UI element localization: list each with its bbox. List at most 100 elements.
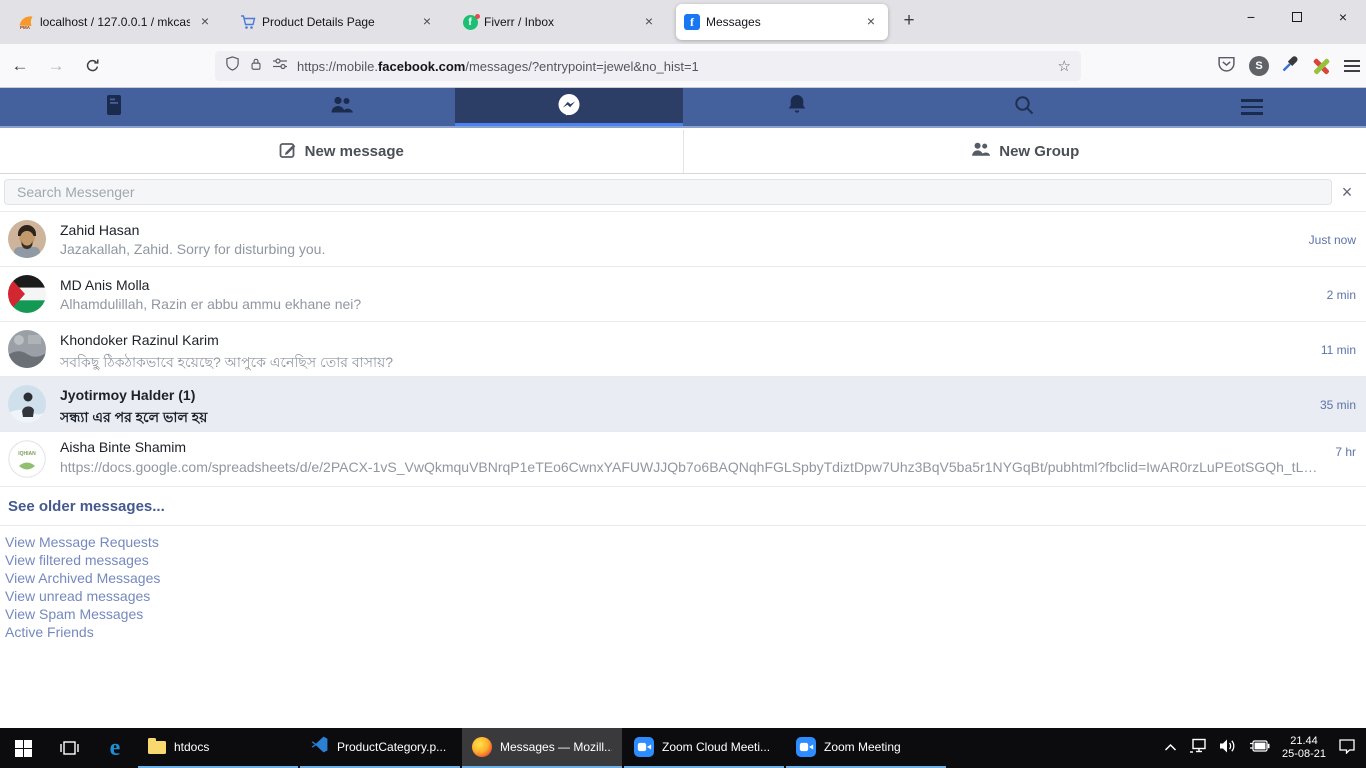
conversation-name: MD Anis Molla bbox=[60, 277, 149, 293]
volume-icon[interactable] bbox=[1219, 739, 1237, 758]
messenger-icon bbox=[556, 92, 582, 123]
vscode-icon bbox=[310, 735, 329, 759]
tray-chevron-icon[interactable] bbox=[1164, 739, 1177, 757]
zoom-icon bbox=[796, 737, 816, 757]
screen: PMA localhost / 127.0.0.1 / mkcasa-d × P… bbox=[0, 0, 1366, 768]
conversation-time: Just now bbox=[1309, 233, 1356, 247]
friends-icon bbox=[329, 95, 354, 120]
conversation-list: Zahid Hasan Jazakallah, Zahid. Sorry for… bbox=[0, 211, 1366, 487]
new-tab-button[interactable]: + bbox=[894, 7, 924, 37]
facebook-nav-bar bbox=[0, 88, 1366, 128]
taskbar-window-zoom-cloud[interactable]: Zoom Cloud Meeti... bbox=[624, 728, 784, 768]
conversation-row-khondoker[interactable]: Khondoker Razinul Karim সবকিছু ঠিকঠাকভাব… bbox=[0, 322, 1366, 377]
bell-icon bbox=[787, 93, 807, 121]
avatar bbox=[8, 275, 46, 313]
view-spam-messages-link[interactable]: View Spam Messages bbox=[5, 605, 160, 623]
conversation-row-aisha[interactable]: IQHIAN Aisha Binte Shamim https://docs.g… bbox=[0, 432, 1366, 487]
firefox-icon bbox=[472, 737, 492, 757]
messenger-search-row: × bbox=[0, 176, 1366, 208]
back-button[interactable]: ← bbox=[4, 50, 36, 82]
view-message-requests-link[interactable]: View Message Requests bbox=[5, 533, 160, 551]
browser-menu-icon[interactable] bbox=[1344, 60, 1360, 71]
tab-close-icon[interactable]: × bbox=[418, 13, 436, 31]
windows-taskbar: e htdocs ProductCategory.p... Messages —… bbox=[0, 728, 1366, 768]
forward-button[interactable]: → bbox=[40, 50, 72, 82]
conversation-name: Aisha Binte Shamim bbox=[60, 439, 186, 455]
search-clear-icon[interactable]: × bbox=[1332, 182, 1362, 203]
active-friends-link[interactable]: Active Friends bbox=[5, 623, 160, 641]
group-icon bbox=[970, 141, 991, 162]
url-text[interactable]: https://mobile.facebook.com/messages/?en… bbox=[297, 59, 1050, 74]
search-icon bbox=[1013, 94, 1035, 121]
fb-tab-friends[interactable] bbox=[228, 88, 456, 126]
tab-title: localhost / 127.0.0.1 / mkcasa-d bbox=[40, 15, 190, 29]
battery-icon[interactable] bbox=[1249, 739, 1270, 757]
shield-icon[interactable] bbox=[225, 56, 240, 76]
bookmark-star-icon[interactable]: ☆ bbox=[1050, 57, 1071, 75]
tab-title: Messages bbox=[706, 15, 856, 29]
fb-menu-icon bbox=[1241, 99, 1263, 115]
browser-tab-messages-active[interactable]: f Messages × bbox=[676, 4, 888, 40]
fb-tab-search[interactable] bbox=[911, 88, 1139, 126]
action-center-icon[interactable] bbox=[1338, 738, 1356, 759]
new-group-button[interactable]: New Group bbox=[684, 130, 1366, 173]
task-view-button[interactable] bbox=[46, 728, 92, 768]
taskbar-clock[interactable]: 21.44 25-08-21 bbox=[1282, 735, 1326, 761]
conversation-message: সন্ধ্যা এর পর হলে ভাল হয় bbox=[60, 406, 1256, 430]
taskbar-window-zoom-meeting[interactable]: Zoom Meeting bbox=[786, 728, 946, 768]
conversation-row-anis[interactable]: MD Anis Molla Alhamdulillah, Razin er ab… bbox=[0, 267, 1366, 322]
eyedropper-icon[interactable] bbox=[1282, 55, 1299, 77]
view-filtered-messages-link[interactable]: View filtered messages bbox=[5, 551, 160, 569]
tab-close-icon[interactable]: × bbox=[640, 13, 658, 31]
fb-tab-newsfeed[interactable] bbox=[0, 88, 228, 126]
tab-close-icon[interactable]: × bbox=[862, 13, 880, 31]
pocket-icon[interactable] bbox=[1217, 54, 1236, 78]
url-bar[interactable]: https://mobile.facebook.com/messages/?en… bbox=[215, 51, 1081, 81]
taskbar-window-firefox[interactable]: Messages — Mozill... bbox=[462, 728, 622, 768]
maximize-button[interactable] bbox=[1274, 0, 1320, 34]
permissions-icon[interactable] bbox=[272, 57, 288, 75]
fb-tab-notifications[interactable] bbox=[683, 88, 911, 126]
see-older-messages-link[interactable]: See older messages... bbox=[8, 498, 165, 515]
stylus-extension-icon[interactable]: S bbox=[1249, 56, 1269, 76]
conversation-row-zahid[interactable]: Zahid Hasan Jazakallah, Zahid. Sorry for… bbox=[0, 212, 1366, 267]
conversation-message: Jazakallah, Zahid. Sorry for disturbing … bbox=[60, 241, 1256, 257]
maximize-icon bbox=[1292, 12, 1302, 22]
browser-tab-fiverr[interactable]: f Fiverr / Inbox × bbox=[454, 5, 666, 39]
x-extension-icon[interactable] bbox=[1312, 57, 1331, 76]
taskbar-window-vscode[interactable]: ProductCategory.p... bbox=[300, 728, 460, 768]
search-messenger-input[interactable] bbox=[4, 179, 1332, 205]
conversation-name: Jyotirmoy Halder (1) bbox=[60, 387, 195, 403]
start-button[interactable] bbox=[0, 728, 46, 768]
task-view-icon bbox=[60, 740, 79, 756]
zoom-icon bbox=[634, 737, 654, 757]
fb-tab-menu[interactable] bbox=[1138, 88, 1366, 126]
svg-text:PMA: PMA bbox=[20, 25, 31, 30]
browser-tab-phpmyadmin[interactable]: PMA localhost / 127.0.0.1 / mkcasa-d × bbox=[10, 5, 222, 39]
browser-tab-product-details[interactable]: Product Details Page × bbox=[232, 5, 444, 39]
phpmyadmin-icon: PMA bbox=[18, 14, 34, 30]
facebook-icon: f bbox=[684, 14, 700, 30]
tab-title: Fiverr / Inbox bbox=[484, 15, 634, 29]
edge-button[interactable]: e bbox=[92, 728, 138, 768]
minimize-button[interactable]: − bbox=[1228, 0, 1274, 34]
conversation-time: 35 min bbox=[1320, 398, 1356, 412]
view-unread-messages-link[interactable]: View unread messages bbox=[5, 587, 160, 605]
edge-icon: e bbox=[110, 737, 121, 759]
close-window-button[interactable]: × bbox=[1320, 0, 1366, 34]
messenger-actions: New message New Group bbox=[0, 130, 1366, 174]
taskbar-window-htdocs[interactable]: htdocs bbox=[138, 728, 298, 768]
system-tray: 21.44 25-08-21 bbox=[1164, 728, 1366, 768]
url-bar-icons bbox=[225, 56, 288, 76]
conversation-message: https://docs.google.com/spreadsheets/d/e… bbox=[60, 459, 1324, 475]
network-icon[interactable] bbox=[1189, 738, 1207, 758]
fb-tab-messenger-active[interactable] bbox=[455, 88, 683, 126]
tab-close-icon[interactable]: × bbox=[196, 13, 214, 31]
new-message-button[interactable]: New message bbox=[0, 130, 684, 173]
reload-button[interactable] bbox=[76, 50, 108, 82]
view-archived-messages-link[interactable]: View Archived Messages bbox=[5, 569, 160, 587]
conversation-row-jyotirmoy[interactable]: Jyotirmoy Halder (1) সন্ধ্যা এর পর হলে ভ… bbox=[0, 377, 1366, 432]
fiverr-icon: f bbox=[462, 14, 478, 30]
window-controls: − × bbox=[1228, 0, 1366, 44]
lock-icon[interactable] bbox=[249, 57, 263, 76]
